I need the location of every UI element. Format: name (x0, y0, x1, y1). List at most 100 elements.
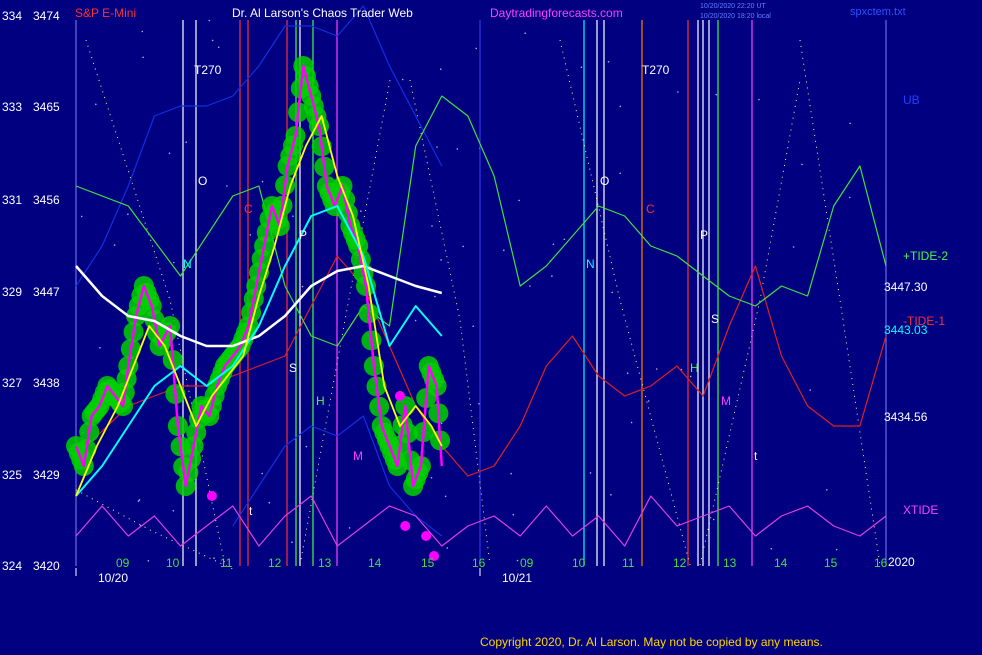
star-dot (626, 372, 629, 375)
y-axis-label: 334 (2, 9, 22, 23)
star-dot (792, 246, 795, 248)
star-dot (173, 261, 175, 264)
right-label: XTIDE (903, 503, 938, 517)
y-axis-label: 333 (2, 100, 22, 114)
event-marker: N (183, 257, 192, 271)
star-dot (440, 259, 442, 261)
x-hour-label: 15 (421, 556, 435, 570)
star-dot (431, 225, 433, 227)
x-end-label: 2020 (888, 555, 915, 569)
star-dot (138, 499, 141, 501)
y-axis-label: 331 (2, 193, 22, 207)
event-marker: H (316, 394, 325, 408)
star-dot (95, 103, 97, 106)
star-dot (348, 527, 351, 529)
star-dot (414, 319, 417, 322)
star-dot (80, 215, 83, 218)
event-marker: H (690, 361, 699, 375)
star-dot (715, 93, 718, 96)
star-dot (619, 172, 621, 175)
star-dot (446, 547, 449, 549)
y-axis-label: 325 (2, 468, 22, 482)
star-dot (226, 185, 228, 187)
star-dot (217, 46, 220, 49)
pivot-dot (395, 391, 405, 401)
star-dot (147, 560, 150, 562)
event-marker: P (299, 228, 307, 242)
star-dot (211, 39, 214, 42)
star-dot (249, 234, 252, 236)
event-marker: O (600, 174, 609, 188)
star-dot (213, 557, 215, 559)
star-dot (801, 163, 803, 166)
x-hour-label: 11 (622, 556, 635, 570)
star-dot (430, 477, 433, 479)
price-axis-label: 3447 (33, 285, 60, 299)
star-dot (619, 105, 622, 108)
x-hour-label: 09 (520, 556, 534, 570)
star-dot (168, 152, 171, 154)
star-dot (758, 98, 760, 101)
symbol-label: S&P E-Mini (75, 6, 136, 20)
chart: 334 333 331 329 327 325 324 3474 3465 3456 3447 343… (0, 0, 982, 650)
right-label: 3443.03 (884, 323, 928, 337)
star-dot (826, 489, 828, 491)
star-dot (712, 518, 715, 521)
star-dot (305, 445, 308, 448)
star-dot (401, 78, 404, 81)
event-marker: S (289, 361, 297, 375)
star-dot (172, 510, 175, 512)
star-dot (512, 513, 515, 516)
star-dot (113, 244, 116, 246)
star-dot (580, 66, 583, 68)
timestamp-ut: 10/20/2020 22:20 UT (700, 3, 766, 10)
star-dot (440, 68, 442, 70)
star-dot (647, 400, 650, 402)
star-dot (551, 275, 553, 277)
star-dot (142, 56, 144, 59)
star-dot (127, 213, 129, 215)
right-label: +TIDE-2 (903, 249, 948, 263)
x-hour-label: 13 (318, 556, 332, 570)
star-dot (360, 210, 362, 212)
star-dot (503, 249, 505, 251)
star-dot (524, 32, 526, 34)
star-dot (589, 472, 592, 474)
event-marker: T270 (642, 63, 670, 77)
star-dot (516, 559, 519, 562)
x-hour-label: 16 (874, 556, 888, 570)
pivot-dot (421, 531, 432, 541)
star-dot (610, 494, 612, 496)
star-dot (677, 91, 679, 93)
price-axis-label: 3420 (33, 559, 60, 573)
event-marker: M (721, 394, 731, 408)
y-axis-label: 327 (2, 376, 22, 390)
star-dot (770, 547, 773, 550)
star-dot (611, 291, 613, 294)
star-dot (436, 146, 438, 148)
star-dot (261, 472, 264, 475)
star-dot (99, 347, 101, 349)
star-dot (529, 285, 531, 287)
star-dot (552, 243, 555, 246)
x-date-label: 10/20 (98, 571, 128, 585)
star-dot (137, 500, 140, 502)
star-dot (185, 141, 187, 143)
x-hour-label: 09 (116, 556, 130, 570)
pivot-dot (206, 491, 217, 501)
site-label: Daytradingforecasts.com (490, 6, 623, 20)
star-dot (835, 548, 838, 551)
chart-svg: 334 333 331 329 327 325 324 3474 3465 3456 3447 343… (0, 0, 982, 650)
star-dot (208, 19, 211, 22)
event-marker: T270 (194, 63, 222, 77)
price-axis-label: 3474 (33, 9, 60, 23)
x-hour-label: 14 (774, 556, 788, 570)
event-marker: C (646, 202, 655, 216)
price-axis-label: 3438 (33, 376, 60, 390)
star-dot (456, 148, 459, 150)
x-hour-label: 11 (220, 556, 233, 570)
price-axis-label: 3429 (33, 468, 60, 482)
right-label: 3434.56 (884, 410, 928, 424)
star-dot (630, 421, 633, 424)
copyright-notice: Copyright 2020, Dr. Al Larson. May not b… (480, 635, 823, 649)
